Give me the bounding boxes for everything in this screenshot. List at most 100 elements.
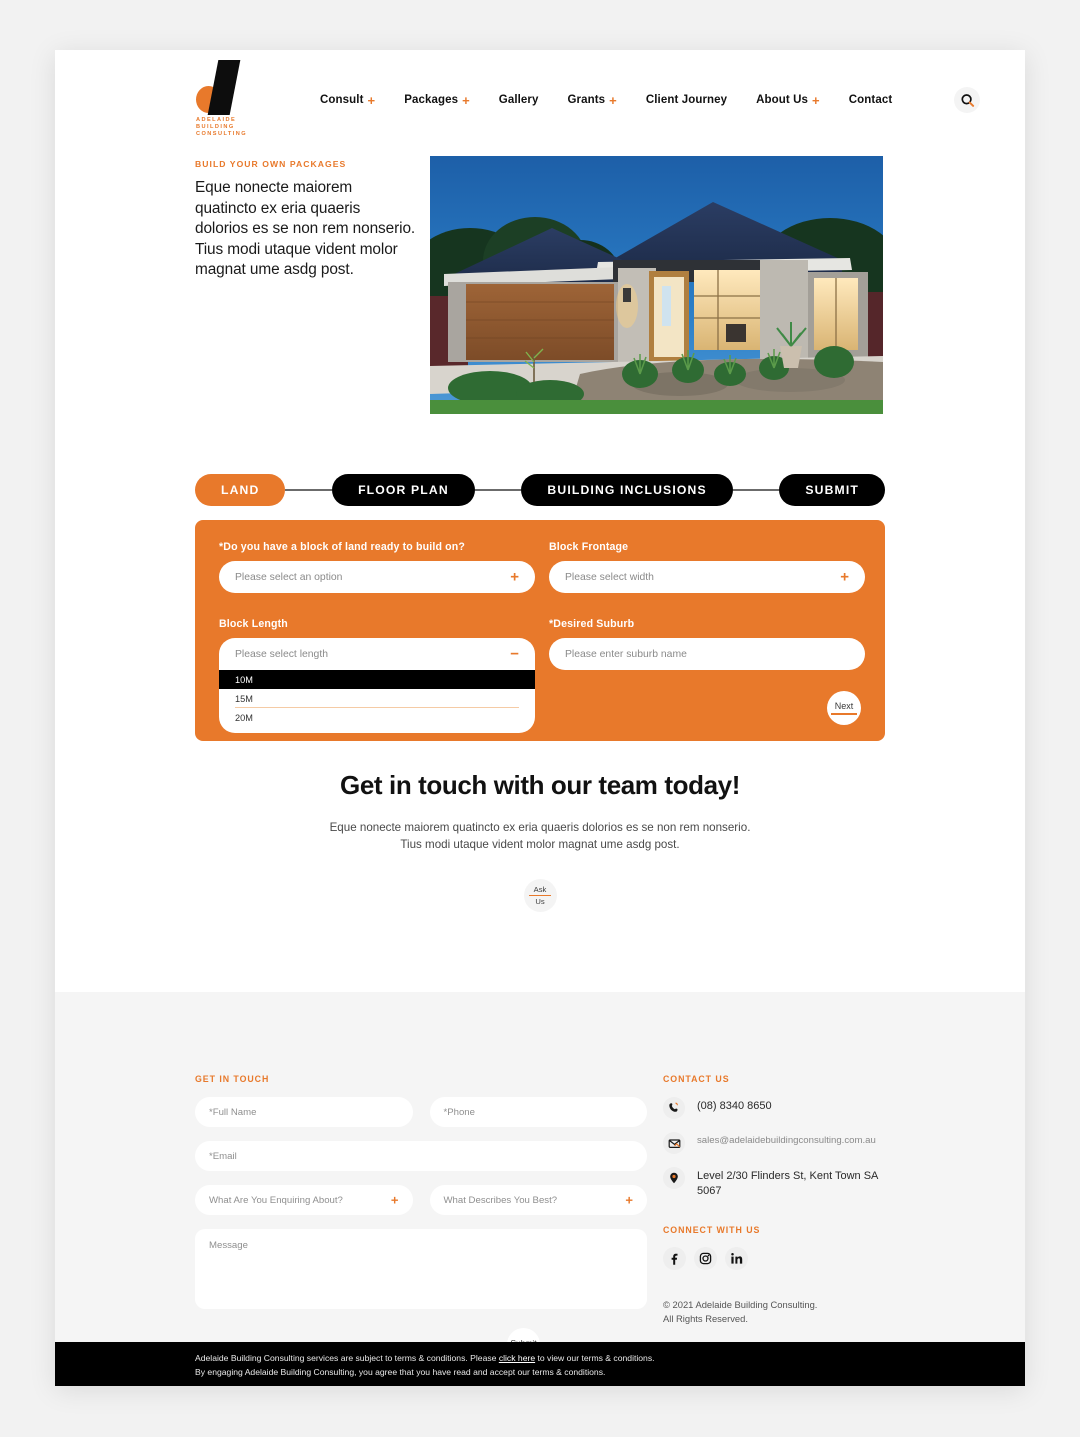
message-placeholder: Message [209, 1240, 248, 1251]
block-frontage-group: Block Frontage Please select width + [549, 541, 865, 593]
minus-icon: − [510, 645, 519, 663]
terms-click-here-link[interactable]: click here [499, 1353, 535, 1363]
describes-you-placeholder: What Describes You Best? [443, 1194, 558, 1206]
contact-email-row[interactable]: sales@adelaidebuildingconsulting.com.au [663, 1132, 893, 1154]
phone-placeholder: *Phone [443, 1106, 475, 1118]
step-building-inclusions[interactable]: BUILDING INCLUSIONS [521, 474, 733, 506]
block-frontage-label: Block Frontage [549, 541, 629, 553]
email-row: *Email [195, 1141, 647, 1171]
plus-icon: + [462, 92, 470, 108]
plus-icon: + [609, 92, 617, 108]
enquiring-about-select[interactable]: What Are You Enquiring About? + [195, 1185, 413, 1215]
next-button-label: Next [834, 701, 854, 712]
block-length-option-20m[interactable]: 20M [219, 708, 535, 727]
ask-us-line2: Us [535, 896, 545, 906]
terms-bar: Adelaide Building Consulting services ar… [55, 1342, 1025, 1386]
underline-accent [831, 713, 857, 715]
logo-word-adelaide: ADELAIDE [196, 117, 237, 123]
nav-item-gallery[interactable]: Gallery [499, 94, 539, 106]
contact-address-text: Level 2/30 Flinders St, Kent Town SA 506… [697, 1170, 878, 1197]
copyright-block: © 2021 Adelaide Building Consulting. All… [663, 1298, 893, 1325]
instagram-link[interactable] [694, 1247, 717, 1270]
name-phone-row: *Full Name *Phone [195, 1097, 647, 1127]
nav-item-client-journey[interactable]: Client Journey [646, 94, 727, 106]
next-button[interactable]: Next [827, 691, 861, 725]
cta-subtitle: Eque nonecte maiorem quatincto ex eria q… [329, 821, 751, 851]
logo-mark [195, 60, 265, 115]
contact-email-text: sales@adelaidebuildingconsulting.com.au [697, 1135, 876, 1146]
block-ready-select[interactable]: Please select an option + [219, 561, 535, 593]
step-connector [474, 489, 522, 491]
website-canvas: ADELAIDE BUILDING CONSULTING Consult + P… [55, 50, 1025, 1386]
message-textarea[interactable]: Message [195, 1229, 647, 1309]
block-length-group: Block Length Please select length − 10M … [219, 618, 535, 733]
hero-body-text: Eque nonecte maiorem quatincto ex eria q… [195, 179, 416, 278]
site-footer: GET IN TOUCH *Full Name *Phone *Email Wh… [55, 992, 1025, 1386]
full-name-input[interactable]: *Full Name [195, 1097, 413, 1127]
block-length-select-open[interactable]: Please select length − 10M 15M 20M [219, 638, 535, 733]
site-header: ADELAIDE BUILDING CONSULTING Consult + P… [55, 50, 1025, 150]
block-length-option-10m[interactable]: 10M [219, 670, 535, 689]
step-floor-plan[interactable]: FLOOR PLAN [332, 474, 475, 506]
hero-eyebrow: BUILD YOUR OWN PACKAGES [195, 159, 347, 169]
nav-item-about-us[interactable]: About Us + [756, 94, 820, 107]
terms-text-before: Adelaide Building Consulting services ar… [195, 1353, 499, 1363]
block-frontage-placeholder: Please select width [565, 571, 654, 583]
plus-icon: + [510, 568, 519, 586]
hero-image [430, 156, 883, 414]
ask-us-line1: Ask [533, 884, 547, 894]
house-photo-illustration [430, 156, 883, 414]
nav-label: Contact [848, 94, 893, 106]
logo-word-building: BUILDING [196, 124, 235, 131]
describes-you-select[interactable]: What Describes You Best? + [429, 1185, 647, 1215]
location-pin-icon [663, 1167, 685, 1189]
nav-item-packages[interactable]: Packages + [404, 94, 470, 107]
plus-icon: + [367, 92, 376, 108]
desired-suburb-label: *Desired Suburb [549, 618, 635, 630]
copyright-line-1: © 2021 Adelaide Building Consulting. [663, 1299, 818, 1310]
nav-item-grants[interactable]: Grants + [567, 94, 616, 107]
nav-label: Packages [404, 94, 459, 106]
nav-label: Consult [320, 94, 364, 106]
terms-text-after: to view our terms & conditions. [535, 1353, 655, 1363]
contact-phone-text: (08) 8340 8650 [697, 1100, 772, 1112]
copyright-line-2: All Rights Reserved. [663, 1312, 748, 1324]
terms-line-1: Adelaide Building Consulting services ar… [195, 1352, 1025, 1366]
social-links [663, 1247, 893, 1270]
hero-section: BUILD YOUR OWN PACKAGES Eque nonecte mai… [55, 150, 1025, 450]
contact-address-row[interactable]: Level 2/30 Flinders St, Kent Town SA 506… [663, 1167, 893, 1199]
step-land[interactable]: LAND [195, 474, 286, 506]
facebook-link[interactable] [663, 1247, 686, 1270]
footer-contact-form: GET IN TOUCH *Full Name *Phone *Email Wh… [195, 1074, 647, 1309]
site-logo[interactable]: ADELAIDE BUILDING CONSULTING [195, 60, 265, 145]
plus-icon: + [812, 92, 820, 108]
contact-us-heading: CONTACT US [663, 1074, 730, 1084]
block-frontage-select[interactable]: Please select width + [549, 561, 865, 593]
desired-suburb-input[interactable]: Please enter suburb name [549, 638, 865, 670]
linkedin-icon [731, 1252, 743, 1264]
progress-stepper: LAND FLOOR PLAN BUILDING INCLUSIONS SUBM… [195, 474, 885, 506]
facebook-icon [671, 1253, 678, 1265]
nav-item-consult[interactable]: Consult + [320, 94, 375, 107]
search-icon [960, 93, 974, 107]
contact-phone-row[interactable]: (08) 8340 8650 [663, 1097, 893, 1119]
terms-line-2: By engaging Adelaide Building Consulting… [195, 1366, 606, 1377]
land-form-panel: *Do you have a block of land ready to bu… [195, 520, 885, 741]
phone-input[interactable]: *Phone [429, 1097, 647, 1127]
block-length-placeholder: Please select length [235, 648, 328, 660]
nav-item-contact[interactable]: Contact [849, 94, 893, 106]
block-length-option-15m[interactable]: 15M [219, 689, 535, 708]
plus-icon: + [625, 1192, 633, 1208]
nav-label: About Us [756, 94, 809, 106]
enquiry-row: What Are You Enquiring About? + What Des… [195, 1185, 647, 1215]
step-connector [285, 489, 333, 491]
block-length-select-header[interactable]: Please select length − [219, 638, 535, 670]
email-input[interactable]: *Email [195, 1141, 647, 1171]
search-button[interactable] [954, 87, 980, 113]
block-ready-label: *Do you have a block of land ready to bu… [219, 541, 466, 553]
plus-icon: + [840, 568, 849, 586]
linkedin-link[interactable] [725, 1247, 748, 1270]
plus-icon: + [390, 1192, 399, 1208]
ask-us-button[interactable]: Ask Us [523, 879, 557, 912]
step-submit[interactable]: SUBMIT [779, 474, 885, 506]
